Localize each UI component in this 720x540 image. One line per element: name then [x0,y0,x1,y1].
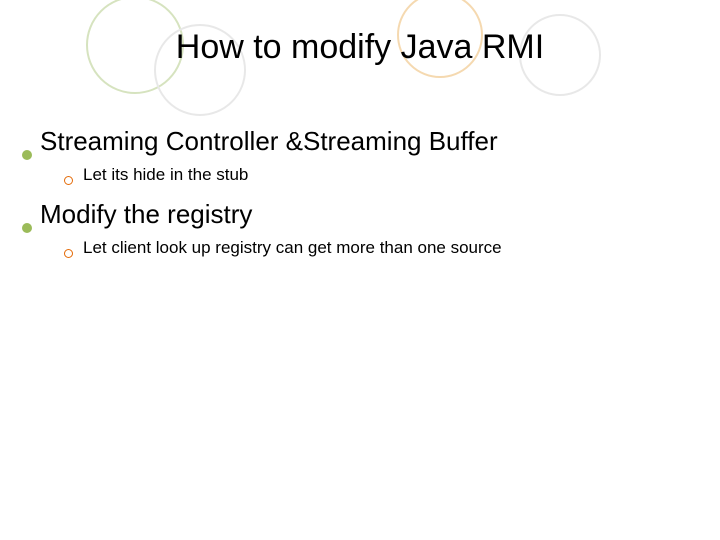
bullet-level1: Modify the registry [22,199,700,230]
bullet-ring-icon [64,176,73,185]
bullet-text: Modify the registry [40,199,252,230]
bullet-level1: Streaming Controller &Streaming Buffer [22,126,700,157]
subbullet-text: Let client look up registry can get more… [83,238,502,258]
bullet-level2: Let client look up registry can get more… [64,238,700,258]
bullet-ring-icon [64,249,73,258]
bullet-dot-icon [22,150,32,160]
slide-title: How to modify Java RMI [0,28,720,67]
subbullet-text: Let its hide in the stub [83,165,248,185]
decorative-circles [0,0,720,140]
slide-content: Streaming Controller &Streaming Buffer L… [22,120,700,272]
bullet-dot-icon [22,223,32,233]
bullet-text: Streaming Controller &Streaming Buffer [40,126,498,157]
bullet-level2: Let its hide in the stub [64,165,700,185]
